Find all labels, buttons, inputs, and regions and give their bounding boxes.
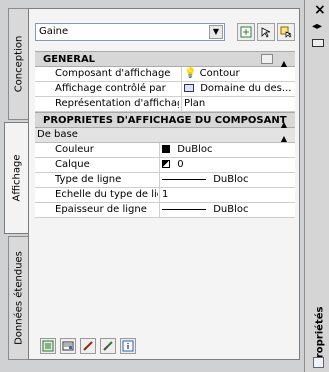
bottom-toolbar (28, 338, 300, 364)
property-value[interactable]: 1 (159, 188, 295, 202)
property-row[interactable]: Type de ligne DuBloc (35, 173, 295, 188)
linetype-sample-icon (162, 178, 206, 180)
property-label: Calque (55, 159, 90, 170)
object-type-value: Gaine (39, 26, 69, 37)
select-objects-icon (240, 26, 252, 38)
brush-icon (83, 341, 93, 351)
properties-icon (313, 357, 324, 368)
property-row[interactable]: Epaisseur de ligne DuBloc (35, 203, 295, 218)
property-value[interactable]: DuBloc (159, 143, 295, 157)
close-icon[interactable]: × (314, 3, 326, 17)
dropdown-arrow-icon[interactable]: ▼ (209, 25, 223, 39)
property-value[interactable]: Domaine du des... (181, 82, 295, 96)
linetype-value: DuBloc (213, 174, 249, 185)
property-value[interactable]: Plan (181, 97, 295, 111)
material-icon (103, 341, 113, 351)
selector-row: Gaine ▼ (35, 23, 295, 41)
property-value[interactable]: DuBloc (159, 203, 295, 217)
tab-label-conception: Conception (13, 35, 24, 93)
display-manager-icon (42, 340, 54, 352)
property-label: Epaisseur de ligne (55, 204, 147, 215)
quick-select-icon (261, 27, 271, 38)
section-general[interactable]: GENERAL ▲ (35, 51, 295, 68)
info-icon (122, 340, 134, 352)
tab-label-affichage: Affichage (11, 154, 22, 202)
section-general-title: GENERAL (43, 54, 96, 65)
select-objects-button[interactable] (237, 23, 255, 41)
property-row[interactable]: Couleur DuBloc (35, 143, 295, 158)
lineweight-sample-icon (162, 208, 206, 210)
tab-affichage[interactable]: Affichage (4, 122, 28, 234)
object-type-select[interactable]: Gaine ▼ (35, 23, 225, 41)
layer-swatch-icon (162, 160, 170, 168)
property-row[interactable]: Echelle du type de ligne 1 (35, 188, 295, 203)
material-button[interactable] (100, 338, 116, 354)
property-label: Affichage contrôlé par (55, 83, 166, 94)
property-row[interactable]: Composant d'affichage 💡 Contour (35, 67, 295, 82)
options-icon[interactable] (312, 39, 324, 47)
pickadd-button[interactable] (277, 23, 295, 41)
palette-title: Propriétés (312, 307, 327, 366)
display-manager-button[interactable] (40, 338, 56, 354)
palette-body: Conception Affichage Données étendues Ga… (0, 0, 305, 372)
pin-icon[interactable]: ◂▸ (312, 22, 322, 32)
pickadd-icon (280, 26, 292, 38)
section-display-properties-title: PROPRIETES D'AFFICHAGE DU COMPOSANT (43, 115, 287, 126)
brush-button[interactable] (80, 338, 96, 354)
info-button[interactable] (120, 338, 136, 354)
drawing-default-icon (184, 84, 194, 92)
property-label: Composant d'affichage (55, 68, 171, 79)
tab-conception[interactable]: Conception (8, 8, 28, 120)
subsection-de-base[interactable]: De base ▲ (35, 128, 295, 143)
tab-label-donnees-etendues: Données étendues (13, 251, 24, 345)
color-value: DuBloc (177, 144, 213, 155)
property-label: Couleur (55, 144, 94, 155)
controlled-by-value: Domaine du des... (200, 83, 292, 94)
property-label: Représentation d'affichage (55, 98, 179, 109)
subsection-de-base-title: De base (37, 129, 78, 140)
quick-select-button[interactable] (257, 23, 275, 41)
property-label: Type de ligne (55, 174, 122, 185)
color-swatch-icon (162, 145, 170, 153)
property-row[interactable]: Calque 0 (35, 158, 295, 173)
property-label: Echelle du type de ligne (55, 189, 158, 200)
property-row[interactable]: Représentation d'affichage Plan (35, 97, 295, 112)
edit-style-icon (62, 341, 74, 351)
display-component-value: Contour (199, 68, 240, 79)
property-value[interactable]: 0 (159, 158, 295, 172)
edit-style-button[interactable] (60, 338, 76, 354)
tab-donnees-etendues[interactable]: Données étendues (8, 236, 28, 360)
lineweight-value: DuBloc (213, 204, 249, 215)
tab-content: Gaine ▼ GENERAL ▲ Composant d'affichage … (28, 8, 300, 360)
bulb-icon: 💡 (184, 68, 197, 79)
layer-value: 0 (177, 159, 184, 170)
property-value[interactable]: 💡 Contour (181, 67, 295, 81)
property-row[interactable]: Affichage contrôlé par Domaine du des... (35, 82, 295, 97)
palette-title-strip: × ◂▸ Propriétés (305, 0, 329, 372)
properties-palette: Conception Affichage Données étendues Ga… (0, 0, 329, 372)
section-display-properties[interactable]: PROPRIETES D'AFFICHAGE DU COMPOSANT ▲ (35, 112, 295, 129)
property-grid: GENERAL ▲ Composant d'affichage 💡 Contou… (35, 51, 295, 218)
display-manager-icon[interactable] (261, 54, 273, 64)
left-vertical-tabs: Conception Affichage Données étendues (4, 8, 28, 360)
property-value[interactable]: DuBloc (159, 173, 295, 187)
